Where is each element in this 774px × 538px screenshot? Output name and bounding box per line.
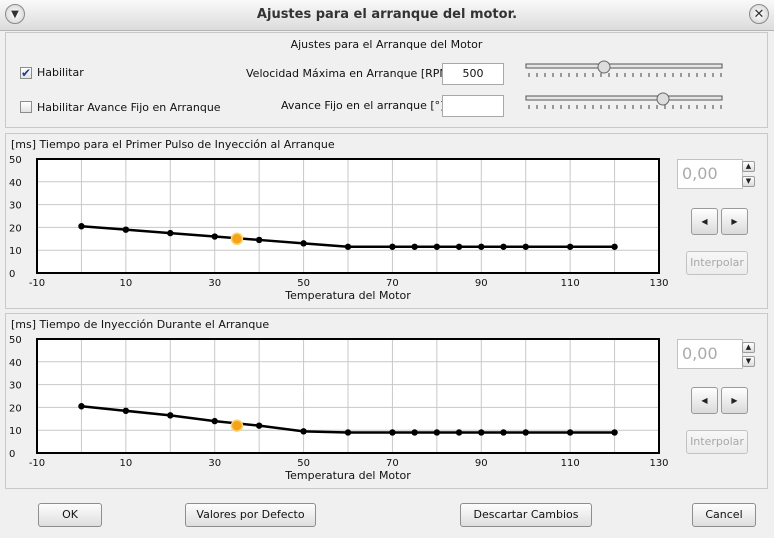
value-field-2[interactable]: 0,00 — [677, 339, 743, 369]
data-point — [211, 233, 218, 240]
y-tick-label: 20 — [9, 223, 22, 234]
data-point — [455, 243, 463, 250]
cursor-point — [230, 232, 244, 246]
triangle-down-icon: ▼ — [745, 177, 752, 185]
spin-down-button-2[interactable]: ▼ — [742, 356, 755, 367]
data-point — [122, 226, 130, 233]
triangle-up-icon: ▲ — [745, 343, 752, 351]
triangle-right-icon: ▶ — [731, 217, 738, 226]
defaults-button[interactable]: Valores por Defecto — [185, 503, 316, 527]
x-tick-label: 10 — [119, 278, 132, 289]
data-point — [411, 243, 418, 250]
data-point — [500, 243, 507, 250]
data-point — [566, 243, 574, 250]
chart-panel-injection-time: [ms] Tiempo de Inyección Durante el Arra… — [5, 313, 768, 489]
interpolate-button-1[interactable]: Interpolar — [686, 251, 748, 275]
prev-point-button-2[interactable]: ◀ — [691, 387, 718, 414]
y-tick-label: 0 — [9, 269, 15, 280]
data-point — [478, 243, 485, 250]
triangle-up-icon: ▲ — [745, 162, 752, 170]
triangle-left-icon: ◀ — [701, 217, 708, 226]
interpolate-button-2[interactable]: Interpolar — [686, 430, 748, 454]
next-point-button-2[interactable]: ▶ — [721, 387, 748, 414]
data-point — [167, 229, 174, 237]
y-tick-label: 30 — [9, 201, 22, 212]
y-tick-label: 50 — [9, 155, 22, 166]
data-point — [389, 243, 396, 250]
data-point — [255, 236, 263, 244]
spin-down-button-1[interactable]: ▼ — [742, 176, 755, 187]
data-point — [344, 243, 352, 250]
data-point — [78, 223, 85, 230]
discard-changes-button[interactable]: Descartar Cambios — [460, 503, 592, 527]
y-tick-label: 40 — [9, 178, 22, 189]
x-tick-label: 130 — [649, 278, 668, 289]
triangle-left-icon: ◀ — [701, 396, 708, 405]
x-tick-label: 50 — [297, 278, 310, 289]
x-tick-label: 70 — [386, 278, 399, 289]
chart-title: [ms] Tiempo de Inyección Durante el Arra… — [11, 318, 270, 331]
prev-point-button-1[interactable]: ◀ — [691, 208, 718, 235]
x-tick-label: 90 — [475, 278, 488, 289]
spin-up-button-1[interactable]: ▲ — [742, 161, 755, 172]
triangle-right-icon: ▶ — [731, 396, 738, 405]
data-point — [522, 243, 529, 250]
ok-button[interactable]: OK — [38, 503, 102, 527]
triangle-down-icon: ▼ — [745, 357, 752, 365]
next-point-button-1[interactable]: ▶ — [721, 208, 748, 235]
value-field-1[interactable]: 0,00 — [677, 159, 743, 189]
data-point — [433, 243, 441, 250]
x-axis-label: Temperatura del Motor — [284, 289, 411, 302]
x-tick-label: -10 — [29, 278, 45, 289]
spin-up-button-2[interactable]: ▲ — [742, 342, 755, 353]
y-tick-label: 10 — [9, 246, 22, 257]
data-point — [300, 240, 307, 247]
x-tick-label: 30 — [208, 278, 221, 289]
data-point — [611, 243, 618, 250]
x-tick-label: 110 — [561, 278, 580, 289]
cancel-button[interactable]: Cancel — [692, 503, 756, 527]
